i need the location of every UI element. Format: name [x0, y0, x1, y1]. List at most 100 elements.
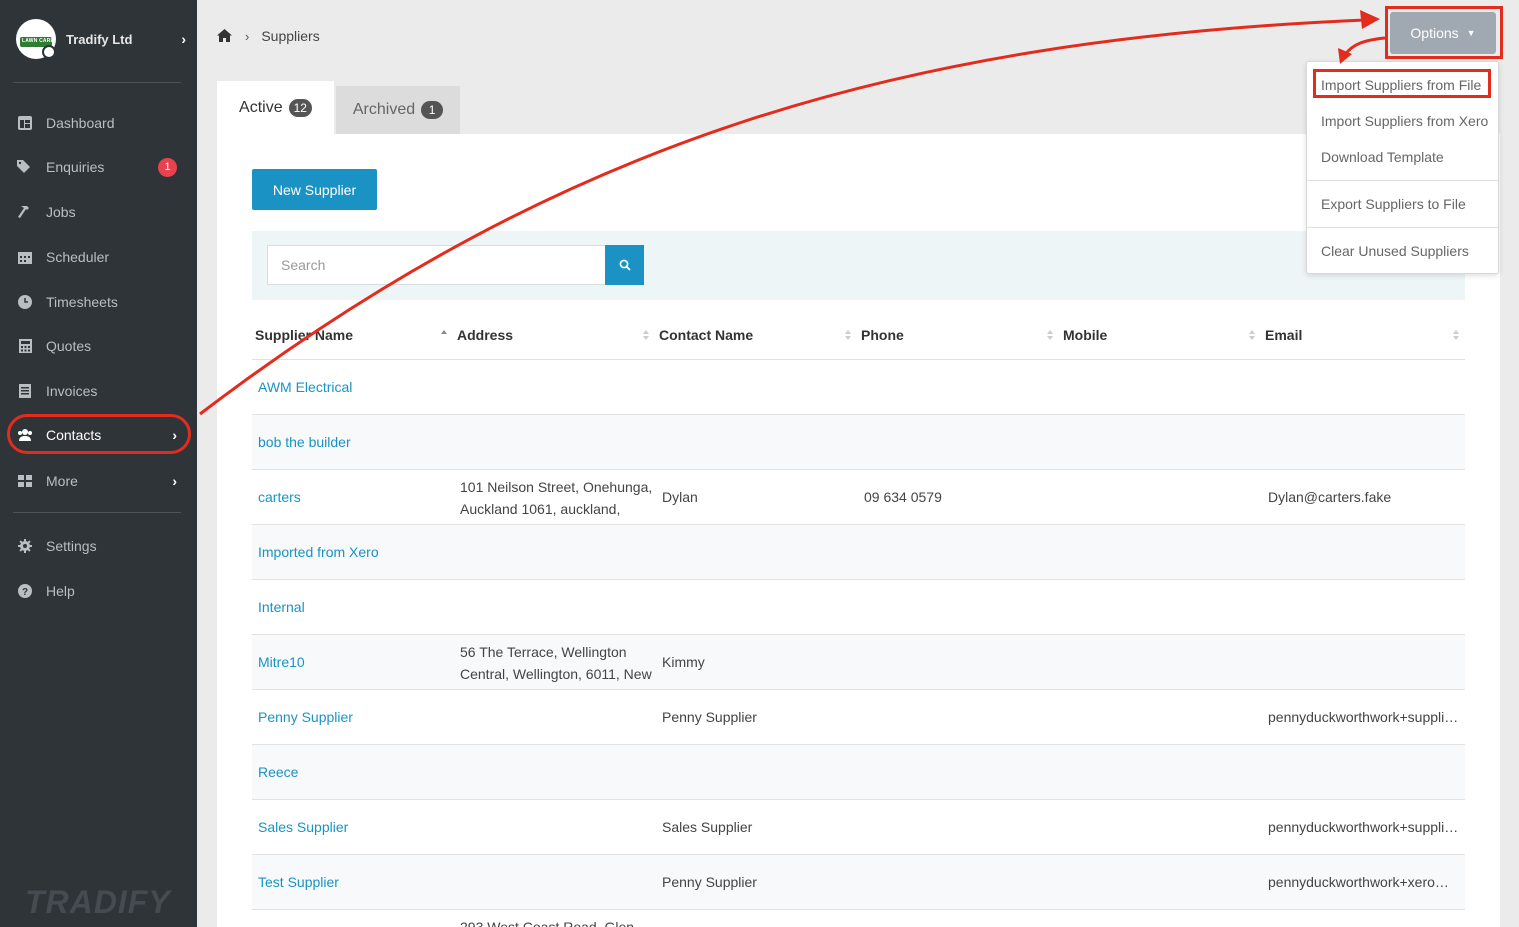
search-bar — [252, 231, 1465, 300]
supplier-name-link[interactable]: Internal — [258, 596, 305, 618]
supplier-name-link[interactable]: Test Supplier — [258, 871, 339, 893]
sort-icon — [1047, 330, 1053, 340]
sidebar-item-label: Jobs — [46, 204, 76, 220]
address-cell: 293 West Coast Road, Glen — [460, 919, 635, 927]
sidebar-item-settings[interactable]: Settings — [0, 528, 197, 564]
sidebar-item-quotes[interactable]: Quotes — [0, 328, 197, 364]
column-header-address[interactable]: Address — [457, 327, 513, 343]
email-cell: pennyduckworthwork+supplier@gmail.com — [1268, 709, 1463, 725]
table-row[interactable]: Mitre10 56 The Terrace, Wellington Centr… — [252, 635, 1465, 690]
divider — [13, 512, 181, 513]
menu-item-clear-unused[interactable]: Clear Unused Suppliers — [1321, 243, 1469, 259]
contact-cell: Penny Supplier — [662, 874, 757, 890]
calendar-icon — [17, 249, 33, 265]
breadcrumb-separator-icon: › — [245, 28, 250, 44]
import-highlight-annotation — [1313, 69, 1491, 98]
tradify-logo: TRADIFY — [25, 884, 171, 920]
count-badge: 12 — [288, 98, 312, 117]
sort-icon — [643, 330, 649, 340]
table-row[interactable]: 293 West Coast Road, Glen — [252, 910, 1465, 927]
contact-cell: Sales Supplier — [662, 819, 753, 835]
sidebar-item-label: Enquiries — [46, 159, 105, 175]
sidebar-item-label: Invoices — [46, 383, 98, 399]
supplier-name-link[interactable]: AWM Electrical — [258, 376, 352, 398]
sidebar: LAWN CARE Tradify Ltd › Dashboard Enquir… — [0, 0, 197, 927]
sidebar-item-more[interactable]: More › — [0, 463, 197, 499]
sidebar-item-label: Help — [46, 583, 75, 599]
menu-item-export-file[interactable]: Export Suppliers to File — [1321, 196, 1466, 212]
arrow-options-to-import — [1343, 36, 1386, 56]
menu-divider — [1307, 227, 1498, 228]
supplier-name-link[interactable]: Sales Supplier — [258, 816, 348, 838]
contact-cell: Dylan — [662, 489, 698, 505]
table-row[interactable]: AWM Electrical — [252, 360, 1465, 415]
chevron-right-icon: › — [172, 473, 177, 489]
menu-item-import-xero[interactable]: Import Suppliers from Xero — [1321, 113, 1488, 129]
tab-archived[interactable]: Archived 1 — [336, 86, 460, 134]
sidebar-item-jobs[interactable]: Jobs — [0, 194, 197, 230]
supplier-name-link[interactable]: bob the builder — [258, 431, 351, 453]
column-header-contact-name[interactable]: Contact Name — [659, 327, 753, 343]
status-dot — [42, 45, 56, 59]
address-cell: 101 Neilson Street, Onehunga, Auckland 1… — [460, 479, 653, 517]
supplier-name-link[interactable]: Penny Supplier — [258, 706, 353, 728]
menu-divider — [1307, 180, 1498, 181]
column-header-phone[interactable]: Phone — [861, 327, 904, 343]
tab-label: Active — [239, 98, 283, 116]
search-button[interactable] — [605, 245, 644, 285]
svg-text:?: ? — [22, 587, 28, 598]
phone-cell: 09 634 0579 — [864, 489, 942, 505]
home-icon[interactable] — [217, 29, 233, 43]
help-icon: ? — [17, 583, 33, 599]
supplier-name-link[interactable]: carters — [258, 486, 301, 508]
breadcrumb: › Suppliers — [217, 28, 320, 44]
breadcrumb-current: Suppliers — [261, 28, 320, 44]
column-header-email[interactable]: Email — [1265, 327, 1302, 343]
calculator-icon — [17, 338, 33, 354]
new-supplier-button[interactable]: New Supplier — [252, 169, 377, 210]
chevron-right-icon: › — [181, 31, 186, 47]
sidebar-item-dashboard[interactable]: Dashboard — [0, 105, 197, 141]
table-row[interactable]: bob the builder — [252, 415, 1465, 470]
sidebar-item-scheduler[interactable]: Scheduler — [0, 239, 197, 275]
supplier-name-link[interactable]: Imported from Xero — [258, 541, 379, 563]
contact-cell: Penny Supplier — [662, 709, 757, 725]
column-header-mobile[interactable]: Mobile — [1063, 327, 1107, 343]
sidebar-item-label: Quotes — [46, 338, 92, 354]
sidebar-item-enquiries[interactable]: Enquiries 1 — [0, 149, 197, 185]
table-row[interactable]: Test Supplier Penny Supplier pennyduckwo… — [252, 855, 1465, 910]
table-row[interactable]: Reece — [252, 745, 1465, 800]
email-cell: pennyduckworthwork+xero@gmail.com — [1268, 874, 1463, 890]
arrowhead-options — [1360, 10, 1380, 29]
email-cell: Dylan@carters.fake — [1268, 489, 1392, 505]
supplier-name-link[interactable]: Reece — [258, 761, 298, 783]
sidebar-item-label: Settings — [46, 538, 97, 554]
search-icon — [619, 259, 631, 271]
table-row[interactable]: Sales Supplier Sales Supplier pennyduckw… — [252, 800, 1465, 855]
sort-icon — [1453, 330, 1459, 340]
sidebar-item-label: Timesheets — [46, 294, 118, 310]
grid-icon — [17, 473, 33, 489]
column-header-supplier-name[interactable]: Supplier Name — [255, 327, 353, 343]
divider — [13, 82, 181, 83]
table-row[interactable]: Internal — [252, 580, 1465, 635]
sidebar-item-invoices[interactable]: Invoices — [0, 373, 197, 409]
table-row[interactable]: Imported from Xero — [252, 525, 1465, 580]
sidebar-item-timesheets[interactable]: Timesheets — [0, 284, 197, 320]
company-name: Tradify Ltd — [66, 31, 133, 47]
sidebar-item-label: Scheduler — [46, 249, 110, 265]
table-row[interactable]: carters 101 Neilson Street, Onehunga, Au… — [252, 470, 1465, 525]
hammer-icon — [17, 204, 33, 220]
menu-item-download-template[interactable]: Download Template — [1321, 149, 1444, 165]
supplier-name-link[interactable]: Mitre10 — [258, 651, 305, 673]
sidebar-item-help[interactable]: ? Help — [0, 573, 197, 609]
search-input[interactable] — [267, 245, 606, 285]
tab-active[interactable]: Active 12 — [217, 81, 334, 134]
invoice-icon — [17, 383, 33, 399]
count-badge: 1 — [421, 101, 444, 119]
table-row[interactable]: Penny Supplier Penny Supplier pennyduckw… — [252, 690, 1465, 745]
clock-icon — [17, 294, 33, 310]
sidebar-item-label: Dashboard — [46, 115, 115, 131]
notification-badge: 1 — [158, 157, 177, 177]
tab-label: Archived — [352, 101, 416, 118]
